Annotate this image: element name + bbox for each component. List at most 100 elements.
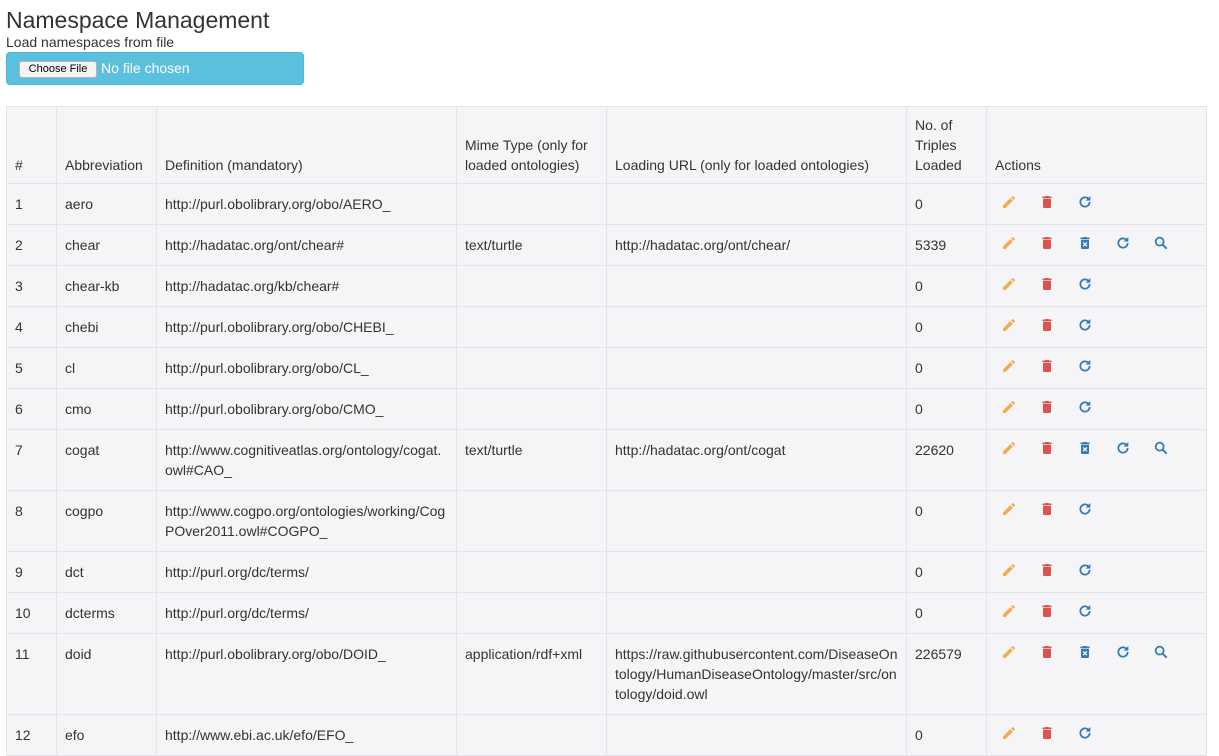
cell-loading-url [606,551,907,593]
table-row: 12 efo http://www.ebi.ac.uk/efo/EFO_ 0 [6,714,1207,756]
pencil-icon[interactable] [995,561,1033,581]
cell-loading-url [606,306,907,348]
cell-abbreviation: dct [56,551,157,593]
cell-number: 11 [6,633,57,715]
refresh-icon[interactable] [1071,602,1109,622]
cell-abbreviation: chear [56,224,157,266]
cell-definition: http://www.cogpo.org/ontologies/working/… [156,490,457,552]
cell-loading-url [606,265,907,307]
pencil-icon[interactable] [995,643,1033,663]
search-icon[interactable] [1147,234,1185,254]
page-title: Namespace Management [6,7,270,33]
column-header-loading-url: Loading URL (only for loaded ontologies) [606,106,907,184]
cell-mime-type [456,490,607,552]
cell-mime-type: text/turtle [456,429,607,491]
table-row: 6 cmo http://purl.obolibrary.org/obo/CMO_ 0 [6,388,1207,430]
cell-loading-url [606,347,907,389]
pencil-icon[interactable] [995,316,1033,336]
trash-icon[interactable] [1033,561,1071,581]
refresh-icon[interactable] [1071,316,1109,336]
column-header-abbreviation: Abbreviation [56,106,157,184]
cell-mime-type: application/rdf+xml [456,633,607,715]
cell-abbreviation: cl [56,347,157,389]
refresh-icon[interactable] [1071,561,1109,581]
cell-loading-url: https://raw.githubusercontent.com/Diseas… [606,633,907,715]
table-row: 8 cogpo http://www.cogpo.org/ontologies/wo… [6,490,1207,552]
refresh-icon[interactable] [1071,500,1109,520]
cell-mime-type [456,714,607,756]
refresh-icon[interactable] [1071,357,1109,377]
delete-box-icon[interactable] [1071,234,1109,254]
cell-definition: http://purl.obolibrary.org/obo/AERO_ [156,183,457,225]
namespace-table: # Abbreviation Definition (mandatory) Mi… [6,106,1207,756]
cell-triples: 0 [906,490,987,552]
choose-file-button[interactable]: Choose File [19,61,97,78]
table-row: 4 chebi http://purl.obolibrary.org/obo/CHE… [6,306,1207,348]
delete-box-icon[interactable] [1071,439,1109,459]
cell-number: 1 [6,183,57,225]
pencil-icon[interactable] [995,275,1033,295]
search-icon[interactable] [1147,643,1185,663]
pencil-icon[interactable] [995,193,1033,213]
cell-abbreviation: cogpo [56,490,157,552]
cell-number: 5 [6,347,57,389]
pencil-icon[interactable] [995,357,1033,377]
cell-triples: 22620 [906,429,987,491]
cell-abbreviation: doid [56,633,157,715]
namespace-table-container: # Abbreviation Definition (mandatory) Mi… [6,106,1207,756]
refresh-icon[interactable] [1071,724,1109,744]
refresh-icon[interactable] [1071,275,1109,295]
cell-abbreviation: efo [56,714,157,756]
cell-number: 10 [6,592,57,634]
cell-definition: http://purl.org/dc/terms/ [156,551,457,593]
trash-icon[interactable] [1033,724,1071,744]
cell-number: 3 [6,265,57,307]
cell-actions [986,490,1207,552]
delete-box-icon[interactable] [1071,643,1109,663]
cell-abbreviation: dcterms [56,592,157,634]
trash-icon[interactable] [1033,602,1071,622]
trash-icon[interactable] [1033,193,1071,213]
pencil-icon[interactable] [995,398,1033,418]
column-header-number: # [6,106,57,184]
cell-triples: 0 [906,714,987,756]
cell-actions [986,183,1207,225]
table-row: 11 doid http://purl.obolibrary.org/obo/DOI… [6,633,1207,715]
cell-number: 9 [6,551,57,593]
cell-actions [986,633,1207,715]
cell-actions [986,592,1207,634]
refresh-icon[interactable] [1109,234,1147,254]
trash-icon[interactable] [1033,357,1071,377]
trash-icon[interactable] [1033,643,1071,663]
table-row: 2 chear http://hadatac.org/ont/chear# text/… [6,224,1207,266]
pencil-icon[interactable] [995,234,1033,254]
table-row: 1 aero http://purl.obolibrary.org/obo/AERO… [6,183,1207,225]
cell-abbreviation: chebi [56,306,157,348]
trash-icon[interactable] [1033,234,1071,254]
cell-definition: http://www.cognitiveatlas.org/ontology/c… [156,429,457,491]
search-icon[interactable] [1147,439,1185,459]
cell-number: 8 [6,490,57,552]
refresh-icon[interactable] [1071,398,1109,418]
pencil-icon[interactable] [995,602,1033,622]
trash-icon[interactable] [1033,439,1071,459]
file-upload-box[interactable]: Choose File No file chosen [6,52,304,85]
trash-icon[interactable] [1033,275,1071,295]
trash-icon[interactable] [1033,500,1071,520]
refresh-icon[interactable] [1109,439,1147,459]
cell-mime-type: text/turtle [456,224,607,266]
pencil-icon[interactable] [995,724,1033,744]
cell-definition: http://purl.obolibrary.org/obo/CL_ [156,347,457,389]
cell-triples: 0 [906,306,987,348]
cell-mime-type [456,551,607,593]
trash-icon[interactable] [1033,398,1071,418]
cell-triples: 226579 [906,633,987,715]
pencil-icon[interactable] [995,439,1033,459]
refresh-icon[interactable] [1071,193,1109,213]
pencil-icon[interactable] [995,500,1033,520]
cell-actions [986,388,1207,430]
refresh-icon[interactable] [1109,643,1147,663]
cell-triples: 0 [906,347,987,389]
trash-icon[interactable] [1033,316,1071,336]
table-row: 10 dcterms http://purl.org/dc/terms/0 [6,592,1207,634]
